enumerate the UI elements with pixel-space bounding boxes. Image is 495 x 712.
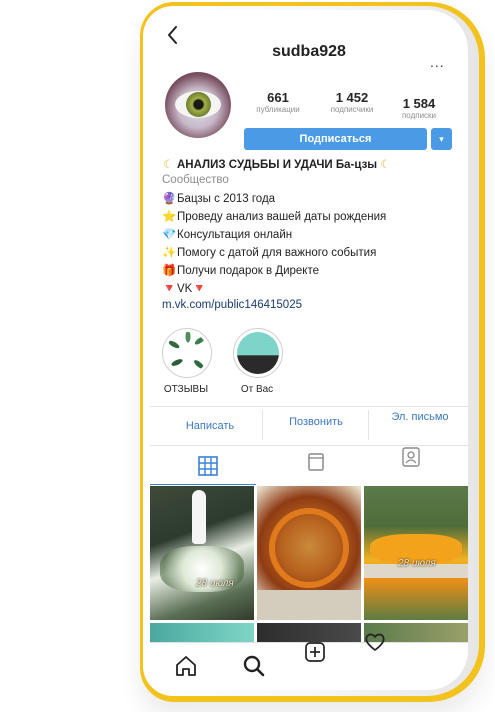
stat-posts[interactable]: 661 публикации	[248, 90, 308, 114]
heart-icon[interactable]	[363, 630, 387, 654]
post-thumbnail[interactable]: 28 июля	[364, 486, 468, 620]
bio-line-text: VK🔻	[177, 283, 207, 295]
bio-category: Сообщество	[162, 174, 229, 186]
stat-followers-value: 1 452	[335, 90, 369, 105]
profile-username: sudba928	[272, 43, 346, 60]
gem-icon: 💎	[162, 229, 177, 241]
stat-posts-value: 661	[267, 90, 289, 105]
bio-line-text: Консультация онлайн	[177, 229, 293, 241]
post-thumbnail[interactable]	[257, 486, 361, 620]
bio-line-text: Помогу с датой для важного события	[177, 247, 377, 259]
post-thumbnail[interactable]: 28 июля	[150, 486, 254, 620]
gift-icon: 🎁	[162, 265, 177, 277]
bio-line-text: Бацзы с 2013 года	[177, 193, 276, 205]
message-button[interactable]: Написать	[160, 420, 260, 432]
crystal-ball-icon: 🔮	[162, 193, 177, 205]
bio-line: 🔻VK🔻	[162, 281, 207, 295]
bio-link[interactable]: m.vk.com/public146415025	[162, 299, 302, 311]
red-triangle-icon: 🔻	[162, 283, 177, 295]
follow-dropdown-button[interactable]: ▾	[431, 128, 452, 150]
eye-iris	[186, 92, 211, 117]
stat-posts-label: публикации	[256, 105, 300, 114]
highlight-label: От Вас	[240, 384, 274, 395]
active-tab-indicator	[150, 484, 256, 485]
more-options-icon[interactable]: ...	[430, 54, 445, 70]
highlight-reviews[interactable]: ОТЗЫВЫ	[162, 328, 216, 395]
bio-line: 🔮Бацзы с 2013 года	[162, 191, 275, 205]
highlight-from-you[interactable]: От Вас	[233, 328, 287, 395]
highlight-ring	[162, 328, 212, 378]
bio-line: ⭐Проведу анализ вашей даты рождения	[162, 209, 386, 223]
follow-button[interactable]: Подписаться	[244, 128, 427, 150]
highlight-cover	[237, 332, 279, 374]
grid-icon[interactable]	[197, 455, 219, 477]
profile-screen: sudba928 ... 661 публикации 1 452 подпис…	[150, 10, 468, 690]
bio-line: 🎁Получи подарок в Директе	[162, 263, 319, 277]
highlight-cover	[166, 332, 208, 374]
search-icon[interactable]	[242, 654, 266, 678]
call-button[interactable]: Позвонить	[266, 416, 366, 428]
bio-title: ☾ АНАЛИЗ СУДЬБЫ И УДАЧИ Ба-цзы ☾	[162, 157, 394, 171]
stat-following-value: 1 584	[402, 96, 436, 111]
post-caption: 28 июля	[196, 578, 234, 589]
stat-followers[interactable]: 1 452 подписчики	[321, 90, 383, 114]
home-icon[interactable]	[174, 654, 198, 678]
bio-line-text: Получи подарок в Директе	[177, 265, 319, 277]
divider	[150, 406, 468, 407]
bio-line: 💎Консультация онлайн	[162, 227, 292, 241]
new-post-icon[interactable]	[303, 640, 327, 664]
post-caption: 28 июля	[398, 558, 436, 569]
bio-line-text: Проведу анализ вашей даты рождения	[177, 211, 387, 223]
feed-icon[interactable]	[305, 451, 327, 473]
tagged-icon[interactable]	[400, 446, 422, 468]
avatar[interactable]	[165, 72, 231, 138]
stat-following-label: подписки	[401, 111, 437, 120]
bio-line: ✨Помогу с датой для важного события	[162, 245, 376, 259]
divider	[262, 410, 263, 440]
highlight-ring	[233, 328, 283, 378]
bio-title-text: АНАЛИЗ СУДЬБЫ И УДАЧИ Ба-цзы	[177, 159, 378, 171]
highlight-label: ОТЗЫВЫ	[163, 384, 209, 395]
star-icon: ⭐	[162, 211, 177, 223]
email-button[interactable]: Эл. письмо	[372, 411, 468, 423]
divider	[368, 410, 369, 440]
stat-following[interactable]: 1 584 подписки	[390, 96, 448, 120]
sparkles-icon: ✨	[162, 247, 177, 259]
stat-followers-label: подписчики	[330, 105, 374, 114]
crescent-moon-icon: ☾	[163, 159, 174, 171]
crescent-moon-icon: ☾	[380, 159, 391, 171]
